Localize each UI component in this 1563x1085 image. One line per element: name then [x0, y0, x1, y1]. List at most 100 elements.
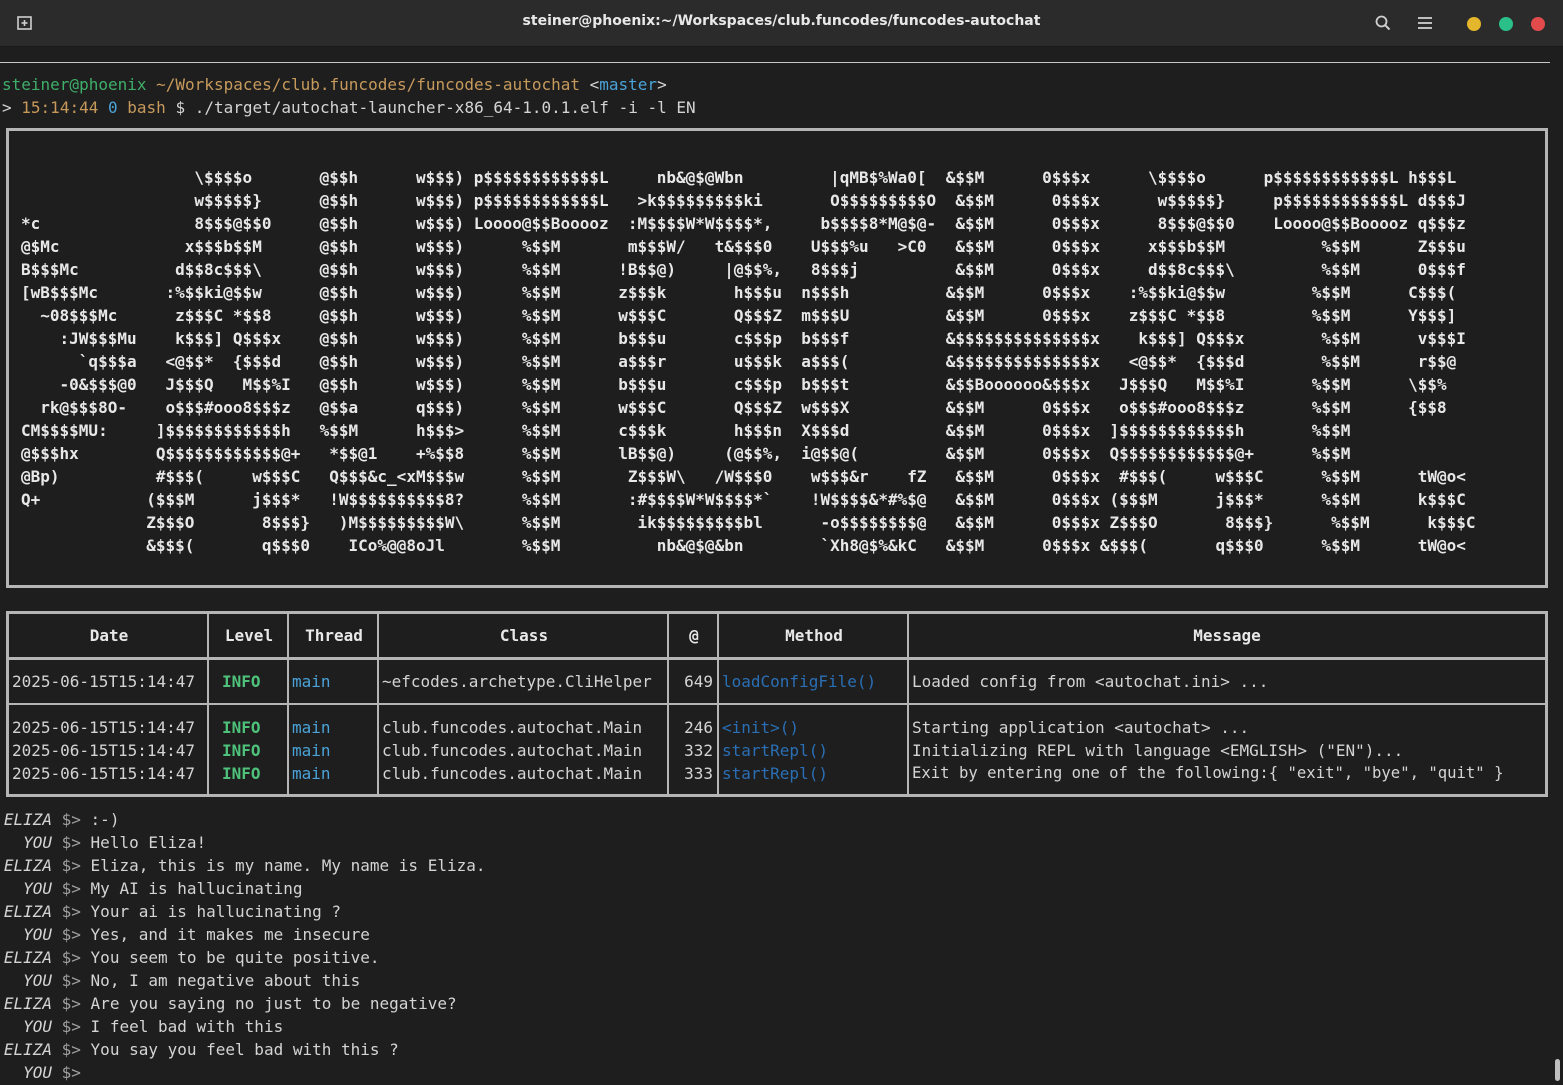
chat-prompt: $> — [61, 810, 81, 829]
prompt-line-1: steiner@phoenix ~/Workspaces/club.funcod… — [2, 73, 667, 96]
cell-thread: main — [292, 741, 331, 760]
speaker-label: YOU — [23, 833, 52, 852]
speaker-label: YOU — [23, 879, 52, 898]
speaker-label: ELIZA — [3, 856, 52, 875]
cell-class: ~efcodes.archetype.CliHelper — [382, 672, 652, 691]
speaker-label: ELIZA — [3, 810, 52, 829]
window-title: steiner@phoenix:~/Workspaces/club.funcod… — [522, 13, 1041, 29]
chat-prompt: $> — [61, 856, 81, 875]
header-line: @ — [689, 626, 699, 645]
chat-prompt: $> — [61, 925, 81, 944]
chat-line-you: YOU $> Yes, and it makes me insecure — [2, 923, 486, 946]
cell-line: 246 — [684, 718, 713, 737]
speaker-label: ELIZA — [3, 948, 52, 967]
command-text: ./target/autochat-launcher-x86_64-1.0.1.… — [194, 98, 696, 117]
speaker-label: ELIZA — [3, 994, 52, 1013]
cell-date: 2025-06-15T15:14:47 — [12, 764, 196, 783]
cell-method: startRepl() — [722, 741, 828, 760]
cell-message: Initializing REPL with language <EMGLISH… — [912, 741, 1404, 760]
cell-level: INFO — [222, 741, 261, 760]
cell-method: startRepl() — [722, 764, 828, 783]
header-thread: Thread — [305, 626, 363, 645]
branch-close: > — [657, 75, 667, 94]
cell-level: INFO — [222, 718, 261, 737]
shell-name: bash — [127, 98, 166, 117]
header-message: Message — [1193, 626, 1261, 645]
chat-line-you: YOU $> Hello Eliza! — [2, 831, 486, 854]
chat-prompt: $> — [61, 971, 81, 990]
header-class: Class — [499, 626, 549, 645]
ascii-banner: \$$$$o @$$h w$$$) p$$$$$$$$$$$$L nb&@$@W… — [6, 128, 1548, 588]
ascii-art: \$$$$o @$$h w$$$) p$$$$$$$$$$$$L nb&@$@W… — [21, 168, 1476, 555]
git-branch: master — [599, 75, 658, 94]
cell-thread: main — [292, 764, 331, 783]
log-table: Date Level Thread Class @ Method Message… — [6, 611, 1548, 797]
cell-level: INFO — [222, 764, 261, 783]
chat-text: Hello Eliza! — [90, 833, 207, 852]
chat-input-line[interactable]: YOU $> — [2, 1061, 486, 1084]
cell-class: club.funcodes.autochat.Main — [382, 764, 643, 783]
separator-rule — [0, 62, 1550, 63]
cell-level: INFO — [222, 672, 261, 691]
chat-line-eliza: ELIZA $> Eliza, this is my name. My name… — [2, 854, 486, 877]
prompt-line-2: > 15:14:44 0 bash $ ./target/autochat-la… — [2, 96, 696, 119]
window-titlebar: steiner@phoenix:~/Workspaces/club.funcod… — [0, 0, 1563, 47]
speaker-label: YOU — [23, 1063, 52, 1082]
chat-text: Are you saying no just to be negative? — [90, 994, 457, 1013]
branch-open: < — [589, 75, 600, 94]
cell-thread: main — [292, 672, 331, 691]
chat-text: Eliza, this is my name. My name is Eliza… — [90, 856, 486, 875]
header-method: Method — [785, 626, 843, 645]
prompt-dollar: $ — [175, 98, 186, 117]
chat-line-eliza: ELIZA $> :-) — [2, 808, 486, 831]
chat-line-eliza: ELIZA $> Your ai is hallucinating ? — [2, 900, 486, 923]
chat-text: No, I am negative about this — [90, 971, 361, 990]
chat-text: My AI is hallucinating — [90, 879, 303, 898]
speaker-label: ELIZA — [3, 902, 52, 921]
minimize-button[interactable] — [1467, 17, 1481, 31]
chat-text: Yes, and it makes me insecure — [90, 925, 370, 944]
cell-date: 2025-06-15T15:14:47 — [12, 741, 196, 760]
chat-transcript: ELIZA $> :-) YOU $> Hello Eliza! ELIZA $… — [2, 808, 486, 1084]
chat-text: You say you feel bad with this ? — [90, 1040, 399, 1059]
header-separator — [9, 657, 1545, 660]
chat-prompt: $> — [61, 1017, 81, 1036]
cell-method: loadConfigFile() — [722, 672, 877, 691]
terminal-output[interactable]: steiner@phoenix ~/Workspaces/club.funcod… — [0, 47, 1563, 1085]
speaker-label: YOU — [23, 1017, 52, 1036]
row-separator — [9, 703, 1545, 705]
cell-thread: main — [292, 718, 331, 737]
maximize-button[interactable] — [1499, 17, 1513, 31]
chat-text: You seem to be quite positive. — [90, 948, 380, 967]
chat-text: Your ai is hallucinating ? — [90, 902, 341, 921]
cell-method: <init>() — [722, 718, 800, 737]
header-level: Level — [224, 626, 274, 645]
close-button[interactable] — [1531, 17, 1545, 31]
chat-prompt: $> — [61, 1040, 81, 1059]
chat-prompt: $> — [61, 902, 81, 921]
exit-code: 0 — [107, 98, 118, 117]
user-host: steiner@phoenix — [2, 75, 147, 94]
scrollbar-thumb[interactable] — [1555, 1059, 1560, 1081]
speaker-label: YOU — [23, 971, 52, 990]
cell-class: club.funcodes.autochat.Main — [382, 741, 643, 760]
speaker-label: ELIZA — [3, 1040, 52, 1059]
cell-line: 649 — [684, 672, 713, 691]
chat-line-eliza: ELIZA $> Are you saying no just to be ne… — [2, 992, 486, 1015]
chat-line-you: YOU $> My AI is hallucinating — [2, 877, 486, 900]
search-icon[interactable] — [1373, 13, 1393, 33]
chat-text: I feel bad with this — [90, 1017, 284, 1036]
cell-class: club.funcodes.autochat.Main — [382, 718, 643, 737]
cwd-path: ~/Workspaces/club.funcodes/funcodes-auto… — [156, 75, 580, 94]
header-date: Date — [89, 626, 129, 645]
cell-line: 333 — [684, 764, 713, 783]
cell-message: Starting application <autochat> ... — [912, 718, 1250, 737]
hamburger-menu-icon[interactable] — [1415, 13, 1435, 33]
prompt-arrow: > — [2, 98, 12, 117]
speaker-label: YOU — [23, 925, 52, 944]
cell-message: Loaded config from <autochat.ini> ... — [912, 672, 1269, 691]
prompt-time: 15:14:44 — [21, 98, 99, 117]
chat-prompt: $> — [61, 833, 81, 852]
chat-text: :-) — [90, 810, 120, 829]
chat-prompt: $> — [61, 994, 81, 1013]
